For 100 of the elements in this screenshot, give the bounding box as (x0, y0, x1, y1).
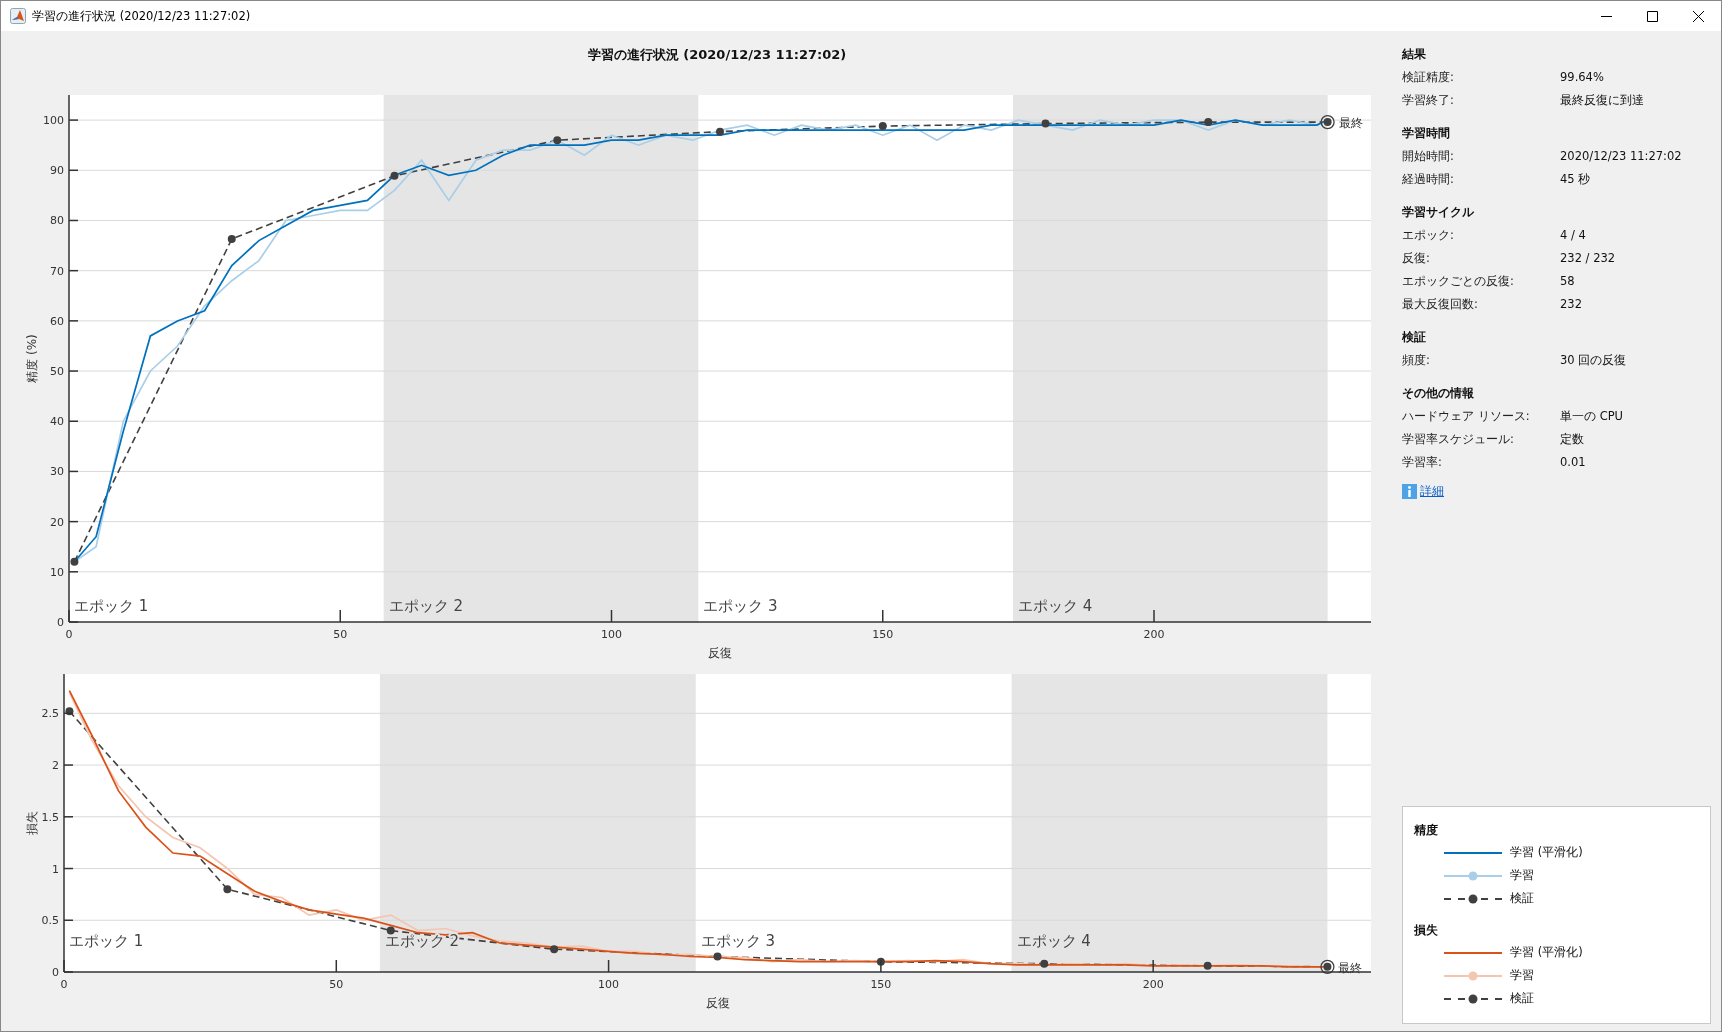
epoch-label: エポック 4 (1017, 597, 1093, 615)
x-tick-label: 50 (333, 628, 348, 641)
x-tick-label: 150 (872, 628, 894, 641)
info-value: 99.64% (1560, 69, 1604, 86)
info-icon (1402, 484, 1417, 499)
x-axis-label: 反復 (705, 996, 730, 1010)
y-tick-label: 2.5 (41, 707, 59, 721)
info-label: 経過時間: (1402, 171, 1455, 188)
y-axis-label: 損失 (25, 811, 39, 835)
info-label: 学習終了: (1402, 92, 1455, 109)
section-heading: その他の情報 (1402, 385, 1475, 402)
info-label: エポックごとの反復: (1402, 273, 1515, 290)
final-label: 最終 (1338, 116, 1363, 131)
validation-point (878, 122, 887, 131)
x-tick-label: 150 (870, 978, 892, 991)
info-value: 単一の CPU (1560, 408, 1624, 425)
info-value: 4 / 4 (1560, 227, 1586, 244)
app-icon (10, 8, 26, 24)
section-heading: 学習サイクル (1402, 204, 1475, 221)
y-tick-label: 1.5 (41, 810, 59, 824)
x-tick-label: 100 (598, 978, 620, 991)
legend-label: 学習 (平滑化) (1510, 945, 1583, 960)
info-label: 開始時間: (1402, 148, 1455, 165)
validation-point (1323, 118, 1332, 127)
x-tick-label: 100 (601, 628, 622, 641)
maximize-icon[interactable] (1646, 10, 1658, 22)
y-tick-label: 0 (57, 616, 64, 629)
info-value: 30 回の反復 (1560, 352, 1627, 369)
info-label: 頻度: (1402, 352, 1431, 369)
x-axis-label: 反復 (708, 646, 732, 660)
info-value: 58 (1560, 273, 1575, 290)
validation-point (876, 957, 885, 966)
legend-label: 学習 (1510, 968, 1534, 983)
info-value: 232 / 232 (1560, 250, 1616, 267)
info-label: 最大反復回数: (1402, 296, 1479, 313)
info-value: 45 秒 (1560, 171, 1591, 188)
section-heading: 検証 (1402, 329, 1427, 346)
y-tick-label: 2 (52, 759, 59, 773)
epoch-label: エポック 3 (703, 597, 778, 615)
window-title: 学習の進行状況 (2020/12/23 11:27:02) (32, 8, 252, 24)
y-tick-label: 10 (50, 565, 64, 579)
y-tick-label: 70 (50, 264, 64, 278)
y-tick-label: 30 (50, 465, 64, 479)
validation-point (1040, 959, 1049, 968)
validation-point (553, 136, 562, 145)
validation-point (390, 171, 399, 180)
y-tick-label: 100 (43, 114, 64, 128)
legend-label: 検証 (1510, 891, 1534, 906)
validation-point (716, 127, 724, 136)
minimize-icon[interactable] (1600, 14, 1612, 18)
validation-point (550, 945, 559, 954)
x-tick-label: 200 (1143, 628, 1165, 641)
info-value: 232 (1560, 296, 1582, 313)
info-value: 最終反復に到達 (1560, 92, 1644, 109)
y-tick-label: 90 (50, 164, 64, 178)
legend-label: 検証 (1510, 991, 1534, 1006)
info-value: 定数 (1560, 431, 1584, 448)
section-heading: 学習時間 (1402, 125, 1451, 142)
y-tick-label: 0.5 (41, 914, 59, 928)
plot-title: 学習の進行状況 (2020/12/23 11:27:02) (587, 46, 847, 64)
y-tick-label: 80 (50, 214, 64, 228)
close-icon[interactable] (1692, 10, 1704, 22)
validation-point (1041, 119, 1050, 128)
epoch-label: エポック 2 (384, 932, 460, 950)
legend-label: 学習 (平滑化) (1510, 845, 1583, 860)
validation-point (227, 235, 236, 244)
legend-heading: 損失 (1414, 922, 1439, 939)
legend-heading: 精度 (1414, 822, 1439, 839)
info-label: エポック: (1402, 227, 1455, 244)
y-tick-label: 40 (50, 415, 64, 429)
y-tick-label: 20 (50, 515, 64, 529)
legend-label: 学習 (1510, 868, 1534, 883)
validation-point (1203, 961, 1212, 970)
y-tick-label: 1 (52, 862, 59, 876)
epoch-label: エポック 1 (69, 932, 144, 950)
info-value: 2020/12/23 11:27:02 (1560, 148, 1682, 165)
epoch-label: エポック 2 (388, 597, 463, 615)
y-tick-label: 60 (50, 314, 64, 328)
x-tick-label: 50 (329, 978, 344, 991)
validation-point (223, 885, 232, 894)
y-tick-label: 0 (52, 966, 59, 979)
epoch-label: エポック 1 (74, 597, 149, 615)
info-label: 学習率: (1402, 454, 1443, 471)
x-tick-label: 0 (60, 978, 68, 991)
epoch-label: エポック 3 (700, 932, 776, 950)
validation-point (1204, 118, 1213, 127)
info-value: 0.01 (1560, 454, 1586, 471)
validation-point (65, 707, 74, 716)
info-label: ハードウェア リソース: (1402, 408, 1531, 425)
x-tick-label: 0 (65, 628, 73, 641)
details-link[interactable]: 詳細 (1420, 484, 1444, 499)
info-label: 学習率スケジュール: (1402, 431, 1515, 448)
final-marker (1320, 114, 1335, 130)
y-axis-label: 精度 (%) (25, 334, 39, 383)
validation-point (70, 557, 79, 566)
y-tick-label: 50 (50, 365, 64, 379)
info-label: 検証精度: (1402, 69, 1455, 86)
section-heading: 結果 (1402, 46, 1427, 63)
validation-point (386, 926, 395, 935)
epoch-label: エポック 4 (1016, 932, 1091, 950)
